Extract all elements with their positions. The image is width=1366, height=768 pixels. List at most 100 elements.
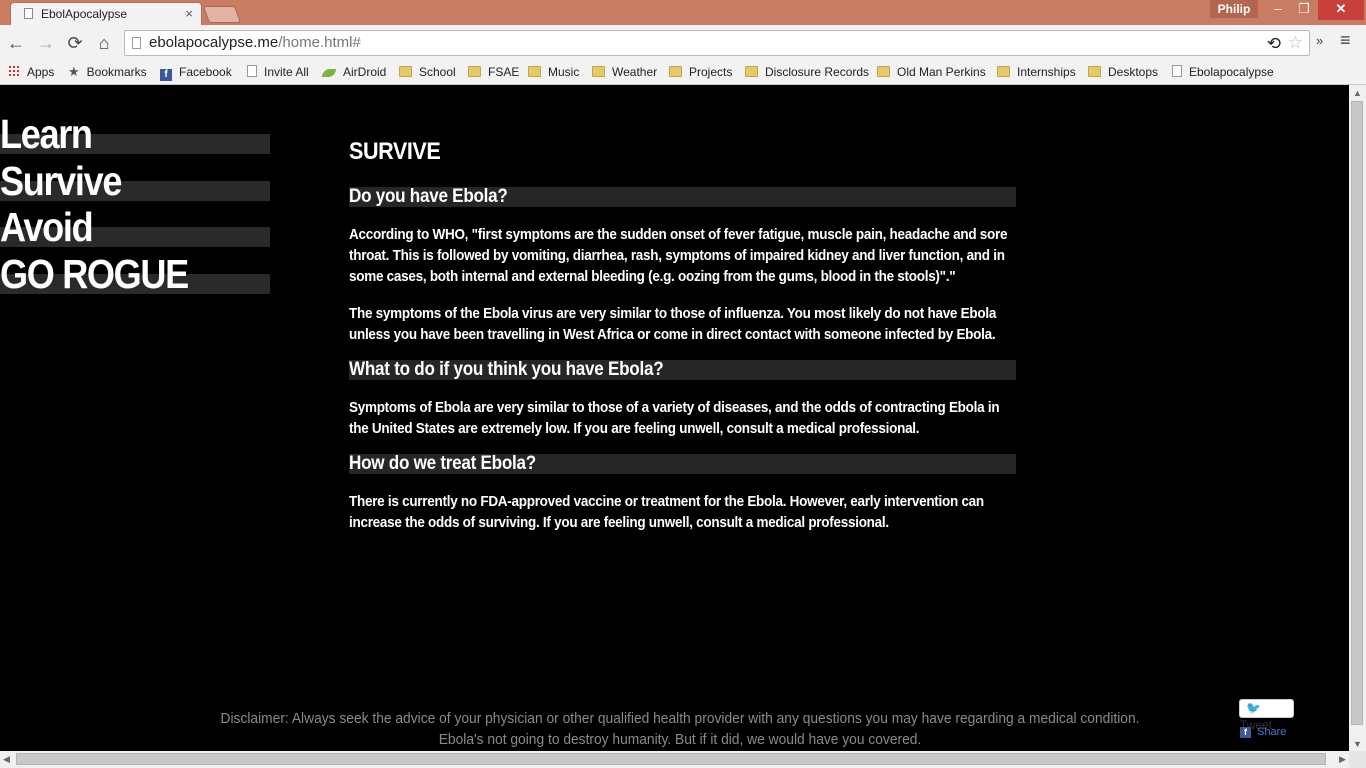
horizontal-scrollbar[interactable]: ◀ ▶ bbox=[0, 751, 1349, 768]
sidebar-item-label: Survive bbox=[0, 158, 122, 204]
minimize-button[interactable]: – bbox=[1265, 0, 1291, 20]
folder-icon bbox=[528, 66, 541, 77]
vertical-scrollbar[interactable]: ▲ ▼ bbox=[1349, 85, 1366, 751]
bookmark-ebolapocalypse[interactable]: Ebolapocalypse bbox=[1172, 63, 1274, 81]
url-text[interactable]: ebolapocalypse.me/home.html# bbox=[149, 34, 361, 51]
overflow-chevron-icon[interactable]: » bbox=[1316, 33, 1323, 48]
airdroid-icon bbox=[322, 69, 336, 77]
bookmark-label: Disclosure Records bbox=[765, 65, 870, 79]
section-heading: What to do if you think you have Ebola? bbox=[349, 359, 1016, 380]
section-paragraph: Symptoms of Ebola are very similar to th… bbox=[349, 399, 1000, 437]
bookmark-label: School bbox=[419, 65, 456, 79]
bookmarks-bar: Apps ★ Bookmarks f Facebook Invite All Air… bbox=[0, 61, 1366, 85]
section-paragraph: There is currently no FDA-approved vacci… bbox=[349, 493, 984, 531]
sidebar-item-label: GO ROGUE bbox=[0, 251, 189, 297]
vertical-scroll-thumb[interactable] bbox=[1351, 101, 1363, 725]
new-tab-button[interactable] bbox=[202, 6, 242, 23]
menu-icon[interactable]: ≡ bbox=[1340, 30, 1360, 52]
facebook-icon: f bbox=[1240, 727, 1251, 738]
scroll-down-arrow-icon[interactable]: ▼ bbox=[1353, 739, 1362, 749]
page-icon bbox=[1172, 65, 1182, 77]
section-heading-text: How do we treat Ebola? bbox=[349, 453, 536, 474]
folder-icon bbox=[592, 66, 605, 77]
folder-icon bbox=[468, 66, 481, 77]
section-heading-text: Do you have Ebola? bbox=[349, 186, 508, 207]
section-paragraph: The symptoms of the Ebola virus are very… bbox=[349, 305, 997, 343]
bookmark-airdroid[interactable]: AirDroid bbox=[322, 63, 386, 81]
close-tab-icon[interactable]: × bbox=[185, 6, 193, 21]
bookmark-label: Old Man Perkins bbox=[897, 65, 986, 79]
browser-tab-active[interactable]: EbolApocalypse × bbox=[10, 2, 202, 25]
forward-button[interactable]: → bbox=[34, 31, 58, 55]
section-heading: How do we treat Ebola? bbox=[349, 453, 1016, 474]
bookmark-label: Music bbox=[548, 65, 580, 79]
browser-title-bar: EbolApocalypse × Philip – ❐ ✕ bbox=[0, 0, 1366, 25]
folder-icon bbox=[1088, 66, 1101, 77]
facebook-share-button[interactable]: f Share bbox=[1240, 726, 1286, 738]
apps-icon bbox=[8, 65, 20, 77]
twitter-bird-icon: 🐦 bbox=[1246, 701, 1261, 715]
disclaimer-line: Disclaimer: Always seek the advice of yo… bbox=[220, 710, 1140, 727]
bookmark-old-man-perkins[interactable]: Old Man Perkins bbox=[877, 63, 986, 81]
bookmark-weather[interactable]: Weather bbox=[592, 63, 657, 81]
bookmark-disclosure-records[interactable]: Disclosure Records bbox=[745, 63, 869, 81]
scroll-left-arrow-icon[interactable]: ◀ bbox=[3, 754, 10, 765]
sidebar-item-label: Learn bbox=[0, 111, 93, 157]
page-icon bbox=[247, 65, 257, 77]
profile-button[interactable]: Philip bbox=[1210, 0, 1258, 18]
bookmark-label: Facebook bbox=[179, 65, 232, 79]
bookmark-star-icon[interactable]: ☆ bbox=[1288, 33, 1303, 53]
section-heading: Do you have Ebola? bbox=[349, 186, 1016, 207]
sidebar-item-label: Avoid bbox=[0, 204, 94, 250]
bookmark-projects[interactable]: Projects bbox=[669, 63, 732, 81]
tweet-button[interactable]: 🐦Tweet bbox=[1239, 699, 1294, 732]
bookmark-apps[interactable]: Apps bbox=[8, 63, 54, 81]
facebook-icon: f bbox=[160, 69, 172, 81]
bookmark-desktops[interactable]: Desktops bbox=[1088, 63, 1158, 81]
folder-icon bbox=[997, 66, 1010, 77]
bookmark-bookmarks[interactable]: ★ Bookmarks bbox=[68, 63, 147, 81]
browser-toolbar: ← → ⟳ ⌂ ebolapocalypse.me/home.html# ⟲ ☆… bbox=[0, 25, 1366, 61]
bookmark-label: Ebolapocalypse bbox=[1189, 65, 1274, 79]
sidebar-item-survive[interactable]: Survive bbox=[0, 158, 270, 204]
section-paragraph: According to WHO, "first symptoms are th… bbox=[349, 226, 1008, 285]
tab-title: EbolApocalypse bbox=[41, 7, 128, 21]
bookmark-label: Weather bbox=[612, 65, 658, 79]
scroll-right-arrow-icon[interactable]: ▶ bbox=[1339, 754, 1346, 765]
folder-icon bbox=[669, 66, 682, 77]
close-window-button[interactable]: ✕ bbox=[1318, 0, 1364, 20]
page-icon bbox=[24, 8, 33, 19]
star-icon: ★ bbox=[68, 64, 80, 79]
share-label: Share bbox=[1257, 726, 1287, 738]
disclaimer: Disclaimer: Always seek the advice of yo… bbox=[220, 708, 1140, 750]
sidebar-item-avoid[interactable]: Avoid bbox=[0, 204, 270, 250]
bookmark-label: Bookmarks bbox=[86, 65, 147, 79]
sidebar-item-learn[interactable]: Learn bbox=[0, 111, 270, 157]
bookmark-label: Desktops bbox=[1108, 65, 1159, 79]
folder-icon bbox=[399, 66, 412, 77]
bookmark-label: Internships bbox=[1017, 65, 1076, 79]
bookmark-internships[interactable]: Internships bbox=[997, 63, 1076, 81]
bookmark-invite-all[interactable]: Invite All bbox=[247, 63, 309, 81]
maximize-button[interactable]: ❐ bbox=[1291, 0, 1317, 20]
bookmark-music[interactable]: Music bbox=[528, 63, 579, 81]
back-button[interactable]: ← bbox=[4, 31, 28, 55]
bookmark-label: Invite All bbox=[264, 65, 309, 79]
horizontal-scroll-thumb[interactable] bbox=[16, 753, 1326, 765]
page-viewport: Learn Survive Avoid GO ROGUE SURVIVE Do … bbox=[0, 85, 1349, 751]
bookmark-school[interactable]: School bbox=[399, 63, 456, 81]
url-host: ebolapocalypse.me bbox=[149, 34, 279, 51]
address-bar[interactable]: ebolapocalypse.me/home.html# ⟲ ☆ bbox=[124, 30, 1310, 56]
folder-icon bbox=[877, 66, 890, 77]
scroll-up-arrow-icon[interactable]: ▲ bbox=[1353, 88, 1362, 98]
reload-button[interactable]: ⟳ bbox=[63, 31, 87, 55]
bookmark-facebook[interactable]: f Facebook bbox=[160, 63, 232, 81]
bookmark-label: Apps bbox=[27, 65, 55, 79]
home-button[interactable]: ⌂ bbox=[92, 31, 116, 55]
bookmark-fsae[interactable]: FSAE bbox=[468, 63, 519, 81]
sidebar-item-go-rogue[interactable]: GO ROGUE bbox=[0, 251, 270, 297]
extension-icon[interactable]: ⟲ bbox=[1267, 34, 1281, 54]
url-path: /home.html# bbox=[278, 34, 361, 51]
disclaimer-line: Ebola's not going to destroy humanity. B… bbox=[438, 731, 922, 748]
folder-icon bbox=[745, 66, 758, 77]
